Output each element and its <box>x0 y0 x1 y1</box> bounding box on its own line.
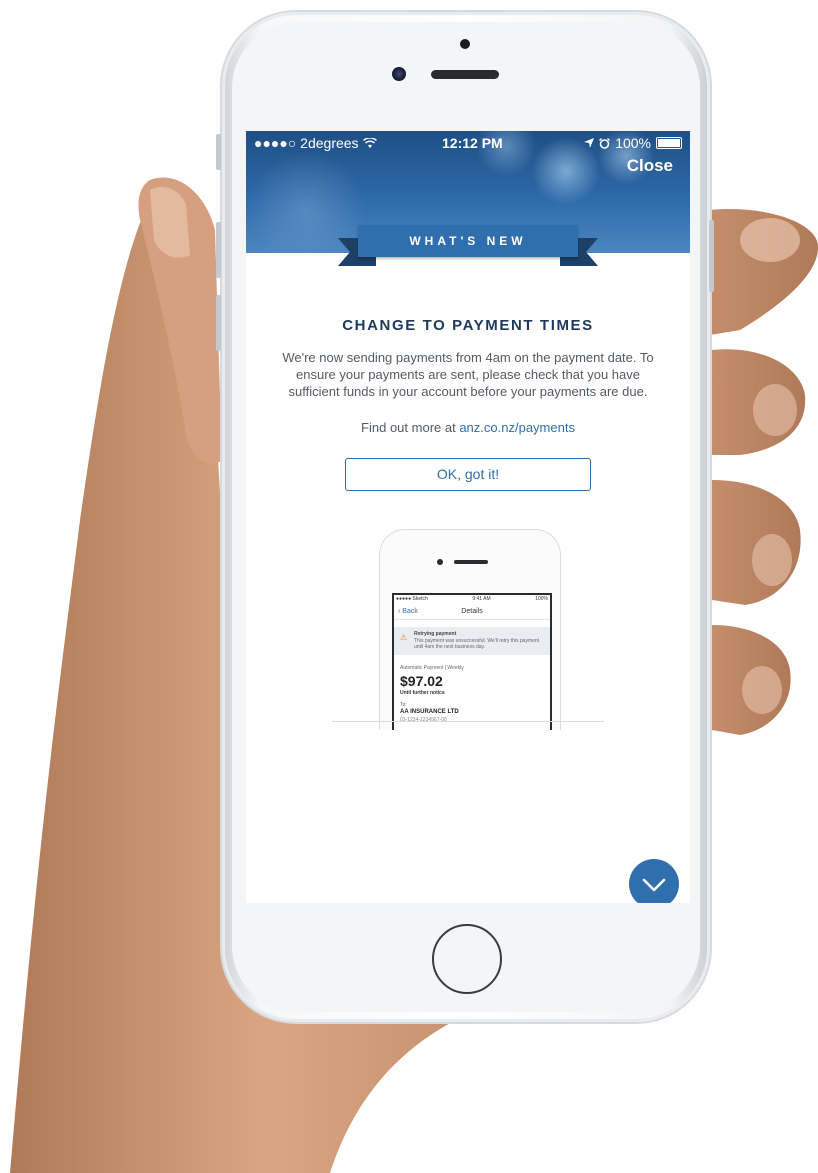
front-camera-icon <box>392 67 406 81</box>
find-out-more: Find out more at anz.co.nz/payments <box>246 420 690 435</box>
preview-time: 9:41 AM <box>472 596 491 602</box>
warning-icon: ⚠ <box>400 633 408 642</box>
preview-alert-text: This payment was unsuccessful. We'll ret… <box>414 638 540 650</box>
preview-status-bar: ●●●●● Sketch 9:41 AM 100% <box>396 596 548 602</box>
earpiece-speaker <box>431 70 499 79</box>
preview-payment-type: Automatic Payment | Weekly <box>400 665 464 671</box>
status-bar: ●●●●○ 2degrees 12:12 PM 100% <box>246 131 690 155</box>
payments-link[interactable]: anz.co.nz/payments <box>459 420 575 435</box>
battery-icon <box>656 137 682 149</box>
preview-payee: AA INSURANCE LTD <box>400 709 459 715</box>
preview-account: 01-1234-1234567-00 <box>400 717 447 723</box>
preview-nav-bar: ‹ Back Details <box>394 605 550 620</box>
status-time: 12:12 PM <box>442 135 503 151</box>
body-text: We're now sending payments from 4am on t… <box>282 350 654 399</box>
find-out-prefix: Find out more at <box>361 420 460 435</box>
carrier-label: ●●●●○ 2degrees <box>254 135 359 151</box>
power-button[interactable] <box>709 220 714 292</box>
alarm-icon <box>599 137 611 149</box>
preview-alert-title: Retrying payment <box>414 631 457 637</box>
app-screen: ●●●●○ 2degrees 12:12 PM 100% Close WHAT'… <box>246 131 690 903</box>
volume-down-button[interactable] <box>216 295 221 351</box>
ok-got-it-button[interactable]: OK, got it! <box>345 458 591 491</box>
preview-battery: 100% <box>535 596 548 602</box>
battery-percent: 100% <box>615 135 651 151</box>
scroll-down-button[interactable] <box>629 859 679 903</box>
preview-divider <box>332 721 604 722</box>
preview-carrier: ●●●●● Sketch <box>396 596 428 602</box>
status-right: 100% <box>584 135 682 151</box>
status-left: ●●●●○ 2degrees <box>254 135 377 151</box>
preview-to-label: To: <box>400 702 407 708</box>
preview-until: Until further notice <box>400 690 445 696</box>
chevron-down-icon <box>642 878 666 892</box>
preview-camera <box>437 559 443 565</box>
preview-nav-title: Details <box>461 608 483 615</box>
preview-speaker <box>454 560 488 564</box>
preview-phone-illustration: ●●●●● Sketch 9:41 AM 100% ‹ Back Details… <box>379 529 561 730</box>
preview-alert: ⚠ Retrying payment This payment was unsu… <box>394 627 550 655</box>
page-title: CHANGE TO PAYMENT TIMES <box>342 317 594 334</box>
home-button[interactable] <box>432 924 502 994</box>
proximity-sensor <box>460 39 470 49</box>
volume-up-button[interactable] <box>216 222 221 278</box>
whats-new-ribbon: WHAT'S NEW <box>338 225 598 269</box>
wifi-icon <box>362 137 377 148</box>
close-button[interactable]: Close <box>627 156 673 176</box>
location-arrow-icon <box>584 138 595 148</box>
mute-switch[interactable] <box>216 134 221 170</box>
preview-amount: $97.02 <box>400 673 443 689</box>
ribbon-label: WHAT'S NEW <box>358 225 578 257</box>
preview-screen: ●●●●● Sketch 9:41 AM 100% ‹ Back Details… <box>392 593 552 730</box>
